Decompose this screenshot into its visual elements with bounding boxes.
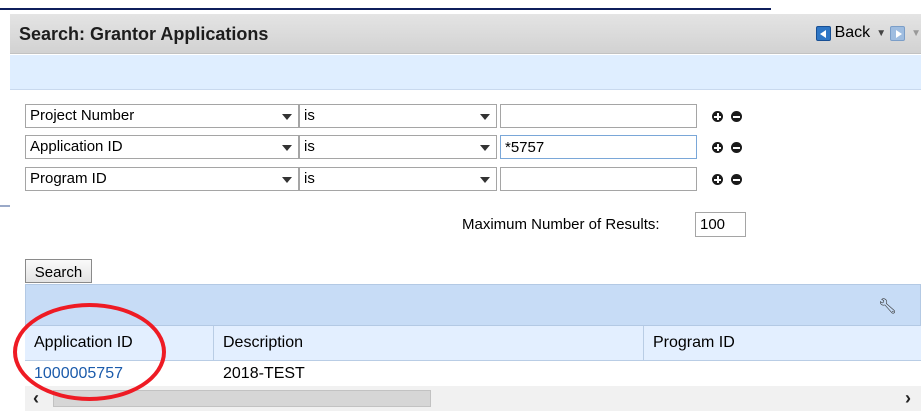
top-border-right — [771, 0, 921, 10]
settings-wrench-icon[interactable]: 🔧︎ — [878, 297, 897, 315]
criteria-field-select[interactable]: Application ID — [25, 135, 299, 159]
title-bar: Search: Grantor Applications Back ▼ ▼ — [10, 14, 921, 54]
criteria-operator-select[interactable]: is — [299, 135, 497, 159]
top-border — [0, 0, 921, 10]
description-cell: 2018-TEST — [223, 365, 305, 382]
criteria-value-input[interactable] — [500, 167, 697, 191]
scroll-left-icon[interactable]: ‹ — [33, 388, 39, 409]
criteria-field-select[interactable]: Project Number — [25, 104, 299, 128]
criteria-operator-value: is — [304, 170, 315, 187]
program-id-cell — [644, 362, 921, 386]
table-row: 1000005757 2018-TEST — [25, 362, 921, 386]
search-button[interactable]: Search — [25, 259, 92, 283]
table-header: Application ID Description Program ID — [25, 326, 921, 361]
dropdown-arrow-icon[interactable] — [474, 136, 496, 158]
max-results-label: Maximum Number of Results: — [462, 216, 660, 233]
criteria-value-input[interactable] — [500, 104, 697, 128]
criteria-field-select[interactable]: Program ID — [25, 167, 299, 191]
remove-criteria-icon[interactable] — [731, 142, 742, 153]
forward-history-caret-icon[interactable]: ▼ — [911, 28, 921, 39]
column-header-program-id[interactable]: Program ID — [644, 326, 921, 361]
dropdown-arrow-icon[interactable] — [276, 136, 298, 158]
message-bar — [10, 55, 921, 90]
dropdown-arrow-icon[interactable] — [276, 168, 298, 190]
dropdown-arrow-icon[interactable] — [474, 168, 496, 190]
criteria-field-dropdown-spacer — [275, 104, 299, 128]
scrollbar-thumb[interactable] — [53, 390, 431, 407]
criteria-value-input[interactable] — [500, 135, 697, 159]
criteria-operator-select[interactable]: is — [299, 167, 497, 191]
remove-criteria-icon[interactable] — [731, 111, 742, 122]
results-table: 🔧︎ Application ID Description Program ID… — [25, 284, 921, 411]
left-edge-line — [0, 205, 10, 207]
max-results-input[interactable] — [695, 212, 746, 237]
criteria-operator-value: is — [304, 107, 315, 124]
horizontal-scrollbar[interactable]: ‹ › — [25, 386, 921, 411]
criteria-field-value: Program ID — [30, 170, 107, 187]
application-id-link[interactable]: 1000005757 — [25, 362, 214, 386]
criteria-operator-select[interactable]: is — [299, 104, 497, 128]
criteria-operator-value: is — [304, 138, 315, 155]
criteria-field-value: Project Number — [30, 107, 135, 124]
column-header-application-id[interactable]: Application ID — [25, 326, 214, 361]
scroll-right-icon[interactable]: › — [905, 388, 911, 409]
column-header-description[interactable]: Description — [214, 326, 644, 361]
add-criteria-icon[interactable] — [712, 142, 723, 153]
add-criteria-icon[interactable] — [712, 174, 723, 185]
dropdown-arrow-icon[interactable] — [474, 105, 496, 127]
add-criteria-icon[interactable] — [712, 111, 723, 122]
back-history-caret-icon[interactable]: ▼ — [876, 28, 886, 39]
remove-criteria-icon[interactable] — [731, 174, 742, 185]
page-title: Search: Grantor Applications — [19, 24, 269, 44]
navigation-controls: Back ▼ ▼ — [815, 24, 921, 42]
criteria-field-value: Application ID — [30, 138, 123, 155]
back-button[interactable]: Back — [835, 24, 871, 42]
forward-arrow-icon[interactable] — [890, 25, 906, 41]
results-toolbar: 🔧︎ — [25, 284, 921, 326]
back-arrow-icon[interactable] — [815, 25, 831, 41]
